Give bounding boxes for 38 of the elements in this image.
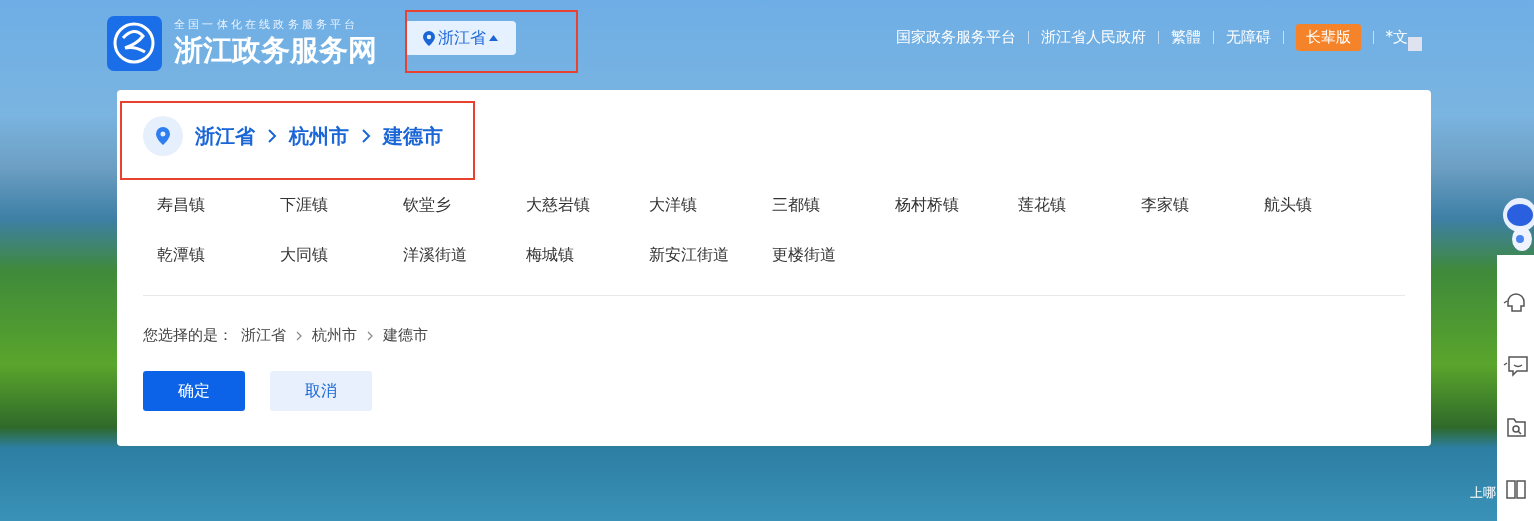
logo-icon xyxy=(107,15,162,71)
site-title: 浙江政务服务网 xyxy=(174,32,377,68)
town-option[interactable]: 寿昌镇 xyxy=(157,195,205,214)
chevron-icon xyxy=(361,129,371,143)
town-option[interactable]: 钦堂乡 xyxy=(403,195,451,214)
chevron-icon xyxy=(367,330,373,341)
town-option[interactable]: 莲花镇 xyxy=(1018,195,1066,214)
town-option[interactable]: 大同镇 xyxy=(280,245,328,264)
message-icon[interactable] xyxy=(1502,353,1529,377)
pin-icon xyxy=(423,30,435,46)
town-option[interactable]: 大洋镇 xyxy=(649,195,697,214)
town-option[interactable]: 乾潭镇 xyxy=(157,245,205,264)
selected-region: 建德市 xyxy=(383,326,428,345)
town-option[interactable]: 杨村桥镇 xyxy=(895,195,959,214)
corner-text: 上哪 xyxy=(1470,484,1496,502)
breadcrumb-link[interactable]: 杭州市 xyxy=(289,122,349,150)
selection-label: 您选择的是： xyxy=(143,326,233,345)
town-option[interactable]: 梅城镇 xyxy=(526,245,574,264)
town-option[interactable]: 大慈岩镇 xyxy=(526,195,590,214)
location-icon xyxy=(143,116,183,156)
confirm-button[interactable]: 确定 xyxy=(143,371,245,411)
breadcrumb-link[interactable]: 建德市 xyxy=(383,122,443,150)
town-option[interactable]: 三都镇 xyxy=(772,195,820,214)
breadcrumb-link[interactable]: 浙江省 xyxy=(195,122,255,150)
portal-subtitle: 全国一体化在线政务服务平台 xyxy=(174,18,360,32)
town-option[interactable]: 李家镇 xyxy=(1141,195,1189,214)
town-option[interactable]: 更楼街道 xyxy=(772,245,836,264)
square-icon xyxy=(1408,36,1422,51)
location-button[interactable]: 浙江省 xyxy=(405,21,516,55)
cancel-button[interactable]: 取消 xyxy=(270,371,372,411)
town-option[interactable]: 下涯镇 xyxy=(280,195,328,214)
town-option[interactable]: 新安江街道 xyxy=(649,245,729,264)
chevron-icon xyxy=(267,129,277,143)
chevron-icon xyxy=(296,330,302,341)
selected-region: 浙江省 xyxy=(241,326,286,345)
selected-region: 杭州市 xyxy=(312,326,357,345)
town-option[interactable]: 洋溪街道 xyxy=(403,245,467,264)
town-option[interactable]: 航头镇 xyxy=(1264,195,1312,214)
